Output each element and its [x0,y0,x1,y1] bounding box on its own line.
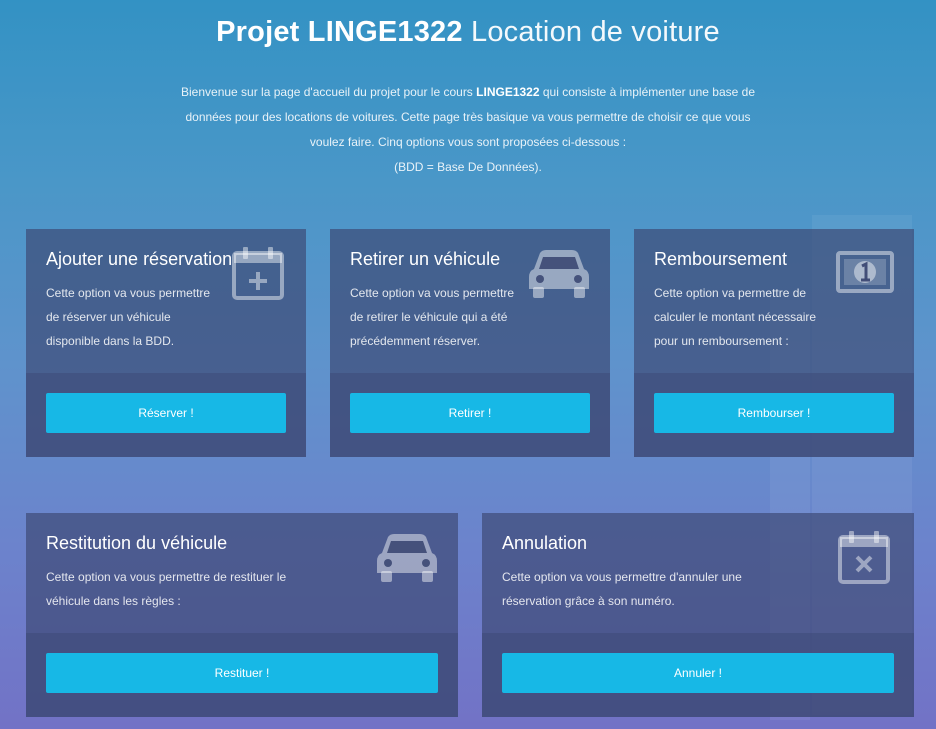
card-title: Retirer un véhicule [350,249,501,269]
card-vehicle-return: Restitution du véhicule Cette option va … [26,513,458,717]
card-refund: Remboursement Cette option va permettre … [634,229,914,457]
withdraw-button[interactable]: Retirer ! [350,393,590,433]
return-button[interactable]: Restituer ! [46,653,438,693]
card-description-line: Cette option va vous permettre de restit… [46,570,287,584]
page-title: Projet LINGE1322 Location de voiture [0,14,936,50]
intro-part: (BDD = Base De Données). [394,160,542,174]
intro-part: voulez faire. Cinq options vous sont pro… [309,135,627,149]
card-description: Cette option va vous permettre de réserv… [46,281,210,353]
intro-part: qui consiste à implémenter une base de [539,85,755,99]
intro-course: LINGE1322 [476,85,540,99]
card-description-line: calculer le montant nécessaire [654,310,817,324]
card-description-line: Cette option va vous permettre [350,286,515,300]
card-description: Cette option va vous permettre de retire… [350,281,514,353]
title-light: Location de voiture [470,16,720,48]
card-description-line: de retirer le véhicule qui a été [350,310,508,324]
card-description-line: véhicule dans les règles : [46,594,181,608]
card-description-line: réservation grâce à son numéro. [502,594,675,608]
card-description-line: Cette option va permettre de [654,286,807,300]
intro-part: données pour des locations de voitures. … [185,110,751,124]
intro-part: Bienvenue sur la page d'accueil du proje… [181,85,477,99]
card-add-reservation: Ajouter une réservation Cette option va … [26,229,306,457]
card-description: Cette option va permettre de calculer le… [654,281,816,353]
intro-text: Bienvenue sur la page d'accueil du proje… [158,80,778,180]
card-description-line: Cette option va vous permettre d'annuler… [502,570,742,584]
card-title: Annulation [502,533,588,553]
card-description: Cette option va vous permettre d'annuler… [502,565,742,613]
refund-button[interactable]: Rembourser ! [654,393,894,433]
card-description: Cette option va vous permettre de restit… [46,565,286,613]
title-bold: Projet LINGE1322 [216,16,463,48]
card-description-line: disponible dans la BDD. [46,334,175,348]
card-withdraw-vehicle: Retirer un véhicule Cette option va vous… [330,229,610,457]
calendar-x-icon [838,530,890,584]
car-icon [528,249,590,299]
card-title: Remboursement [654,249,788,269]
card-title: Ajouter une réservation [46,249,233,269]
car-icon [376,533,438,583]
card-description-line: précédemment réserver. [350,334,481,348]
card-title: Restitution du véhicule [46,533,228,553]
page-header: Projet LINGE1322 Location de voiture Bie… [0,0,936,180]
card-cancellation: Annulation Cette option va vous permettr… [482,513,914,717]
banknote-icon [836,251,894,293]
card-description-line: Cette option va vous permettre [46,286,211,300]
card-description-line: pour un remboursement : [654,334,789,348]
reserve-button[interactable]: Réserver ! [46,393,286,433]
card-description-line: de réserver un véhicule [46,310,171,324]
calendar-plus-icon [232,246,284,300]
cancel-button[interactable]: Annuler ! [502,653,894,693]
